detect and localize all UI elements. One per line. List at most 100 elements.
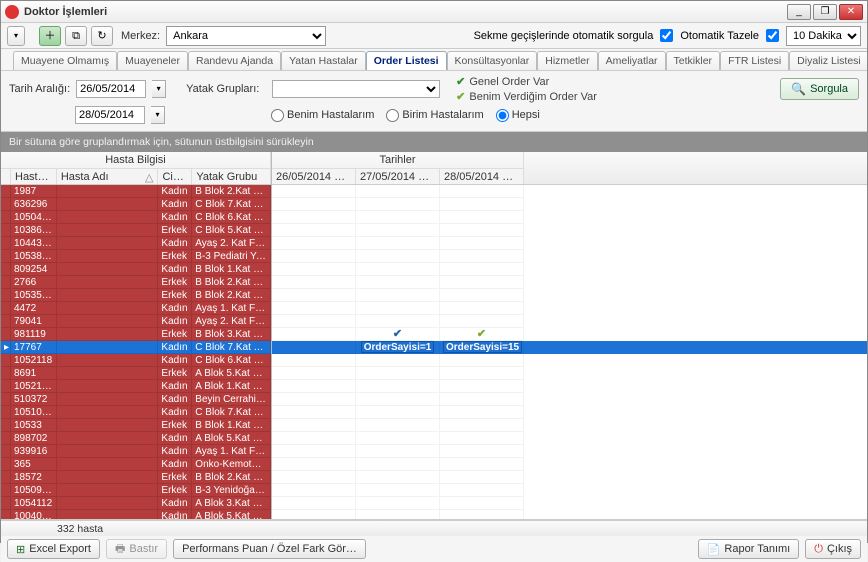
tab-muayene-olmam-[interactable]: Muayene Olmamış: [13, 51, 117, 70]
table-row[interactable]: 1044383KadınAyaş 2. Kat Ftr Serv: [1, 237, 271, 250]
minimize-button[interactable]: _: [787, 4, 811, 20]
group-by-bar[interactable]: Bir sütuna göre gruplandırmak için, sütu…: [1, 132, 867, 152]
col-date-2[interactable]: 28/05/2014 Çarşamba: [440, 168, 524, 184]
merkez-select[interactable]: Ankara: [166, 26, 326, 46]
table-row[interactable]: [272, 497, 867, 510]
tab-kons-ltasyonlar[interactable]: Konsültasyonlar: [447, 51, 538, 70]
table-row[interactable]: [272, 185, 867, 198]
table-row[interactable]: 1052118KadınC Blok 6.Kat Kadın D: [1, 354, 271, 367]
auto-refresh-checkbox[interactable]: [766, 29, 779, 42]
tab-ftr-listesi[interactable]: FTR Listesi: [720, 51, 789, 70]
col-date-0[interactable]: 26/05/2014 Pazartesi: [272, 168, 356, 184]
table-row[interactable]: ✔✔: [272, 328, 867, 341]
table-row[interactable]: 1004076KadınA Blok 5.Kat Hemat: [1, 510, 271, 519]
refresh-interval-select[interactable]: 10 Dakika: [786, 26, 861, 46]
table-row[interactable]: 510372KadınBeyin Cerrahi Yoğun: [1, 393, 271, 406]
table-row[interactable]: [272, 250, 867, 263]
date-from-input[interactable]: [76, 80, 146, 98]
table-row[interactable]: 1038633ErkekC Blok 5.Kat VIP: [1, 224, 271, 237]
table-row[interactable]: 981119ErkekB Blok 3.Kat Çocuk H: [1, 328, 271, 341]
table-row[interactable]: 10533ErkekB Blok 1.Kat Ortopedi: [1, 419, 271, 432]
table-row[interactable]: 18572ErkekB Blok 2.Kat Dahiliye: [1, 471, 271, 484]
table-row[interactable]: 2766ErkekB Blok 2.Kat Dahiliye: [1, 276, 271, 289]
tab-order-listesi[interactable]: Order Listesi: [366, 51, 447, 70]
table-row[interactable]: [272, 367, 867, 380]
rapor-tanimi-button[interactable]: 📄Rapor Tanımı: [698, 539, 800, 559]
radio-hepsi[interactable]: Hepsi: [496, 109, 540, 122]
table-row[interactable]: [272, 484, 867, 497]
excel-export-button[interactable]: ⊞Excel Export: [7, 539, 100, 559]
table-row[interactable]: 898702KadınA Blok 5.Kat Hemat: [1, 432, 271, 445]
table-row[interactable]: [272, 315, 867, 328]
table-row[interactable]: 1052160KadınA Blok 1.Kat Ortopedi: [1, 380, 271, 393]
col-date-1[interactable]: 27/05/2014 Salı: [356, 168, 440, 184]
date-to-input[interactable]: [75, 106, 145, 124]
tab-strip: Muayene OlmamışMuayenelerRandevu AjandaY…: [1, 49, 867, 71]
close-button[interactable]: ✕: [839, 4, 863, 20]
copy-button[interactable]: ⧉: [65, 26, 87, 46]
print-button: 🖶Bastır: [106, 539, 167, 559]
table-row[interactable]: [272, 510, 867, 519]
radio-birim[interactable]: Birim Hastalarım: [386, 109, 483, 122]
tab-hizmetler[interactable]: Hizmetler: [537, 51, 597, 70]
table-row[interactable]: [272, 432, 867, 445]
table-row[interactable]: 1050932ErkekB-3 Yenidoğan Yoğ: [1, 484, 271, 497]
table-row[interactable]: [272, 263, 867, 276]
tab-ameliyatlar[interactable]: Ameliyatlar: [598, 51, 666, 70]
table-row[interactable]: 1053804ErkekB-3 Pediatri Yoğun: [1, 250, 271, 263]
table-row[interactable]: 1050460KadınC Blok 6.Kat Kadın D: [1, 211, 271, 224]
restore-button[interactable]: ❐: [813, 4, 837, 20]
table-row[interactable]: 1051002KadınC Blok 7.Kat KVC: [1, 406, 271, 419]
table-row[interactable]: 79041KadınAyaş 2. Kat Ftr Serv: [1, 315, 271, 328]
table-row[interactable]: [272, 237, 867, 250]
grid-right-body[interactable]: ✔✔OrderSayisi=1OrderSayisi=15: [272, 185, 867, 519]
table-row[interactable]: ▸17767KadınC Blok 7.Kat Transpl: [1, 341, 271, 354]
tab-tetkikler[interactable]: Tetkikler: [666, 51, 721, 70]
table-row[interactable]: [272, 380, 867, 393]
table-row[interactable]: OrderSayisi=1OrderSayisi=15: [272, 341, 867, 354]
performance-button[interactable]: Performans Puan / Özel Fark Gör…: [173, 539, 366, 559]
table-row[interactable]: 939916KadınAyaş 1. Kat Ftr Serv: [1, 445, 271, 458]
table-row[interactable]: 1053527ErkekB Blok 2.Kat Dahiliye: [1, 289, 271, 302]
col-cinsiyet[interactable]: Cinsiyet: [158, 168, 192, 184]
col-hasta-adi[interactable]: Hasta Adı △: [57, 168, 159, 184]
table-row[interactable]: [272, 445, 867, 458]
grid-left-body[interactable]: 1987KadınB Blok 2.Kat Dahiliye636296Kadı…: [1, 185, 271, 519]
table-row[interactable]: [272, 289, 867, 302]
tab-diyaliz-listesi[interactable]: Diyaliz Listesi: [789, 51, 867, 70]
table-row[interactable]: 636296KadınC Blok 7.Kat Transpl: [1, 198, 271, 211]
table-row[interactable]: 809254KadınB Blok 1.Kat Üroloji: [1, 263, 271, 276]
exit-button[interactable]: ⏻Çıkış: [805, 539, 861, 559]
tab-randevu-ajanda[interactable]: Randevu Ajanda: [188, 51, 281, 70]
table-row[interactable]: [272, 224, 867, 237]
auto-query-checkbox[interactable]: [660, 29, 673, 42]
date-to-picker[interactable]: ▾: [151, 106, 165, 124]
table-row[interactable]: 4472KadınAyaş 1. Kat Ftr Serv: [1, 302, 271, 315]
table-row[interactable]: [272, 198, 867, 211]
date-from-picker[interactable]: ▾: [152, 80, 166, 98]
table-row[interactable]: [272, 458, 867, 471]
add-button[interactable]: ＋: [39, 26, 61, 46]
table-row[interactable]: [272, 276, 867, 289]
tab-muayeneler[interactable]: Muayeneler: [117, 51, 188, 70]
col-hasta-no[interactable]: Hasta No: [11, 168, 57, 184]
table-row[interactable]: [272, 471, 867, 484]
table-row[interactable]: [272, 419, 867, 432]
yatak-select[interactable]: [272, 80, 440, 98]
tab-yatan-hastalar[interactable]: Yatan Hastalar: [281, 51, 366, 70]
sorgula-label: Sorgula: [810, 83, 848, 95]
view-dropdown[interactable]: ▾: [7, 26, 25, 46]
sorgula-button[interactable]: 🔍Sorgula: [780, 78, 859, 100]
table-row[interactable]: 8691ErkekA Blok 5.Kat Hemat: [1, 367, 271, 380]
radio-benim[interactable]: Benim Hastalarım: [271, 109, 374, 122]
col-yatak[interactable]: Yatak Grubu: [192, 168, 271, 184]
table-row[interactable]: [272, 393, 867, 406]
table-row[interactable]: 1054112KadınA Blok 3.Kat Genel C: [1, 497, 271, 510]
refresh-button[interactable]: ↻: [91, 26, 113, 46]
table-row[interactable]: [272, 354, 867, 367]
table-row[interactable]: [272, 406, 867, 419]
table-row[interactable]: [272, 302, 867, 315]
table-row[interactable]: [272, 211, 867, 224]
table-row[interactable]: 365KadınOnko-Kemoterapi (5: [1, 458, 271, 471]
table-row[interactable]: 1987KadınB Blok 2.Kat Dahiliye: [1, 185, 271, 198]
